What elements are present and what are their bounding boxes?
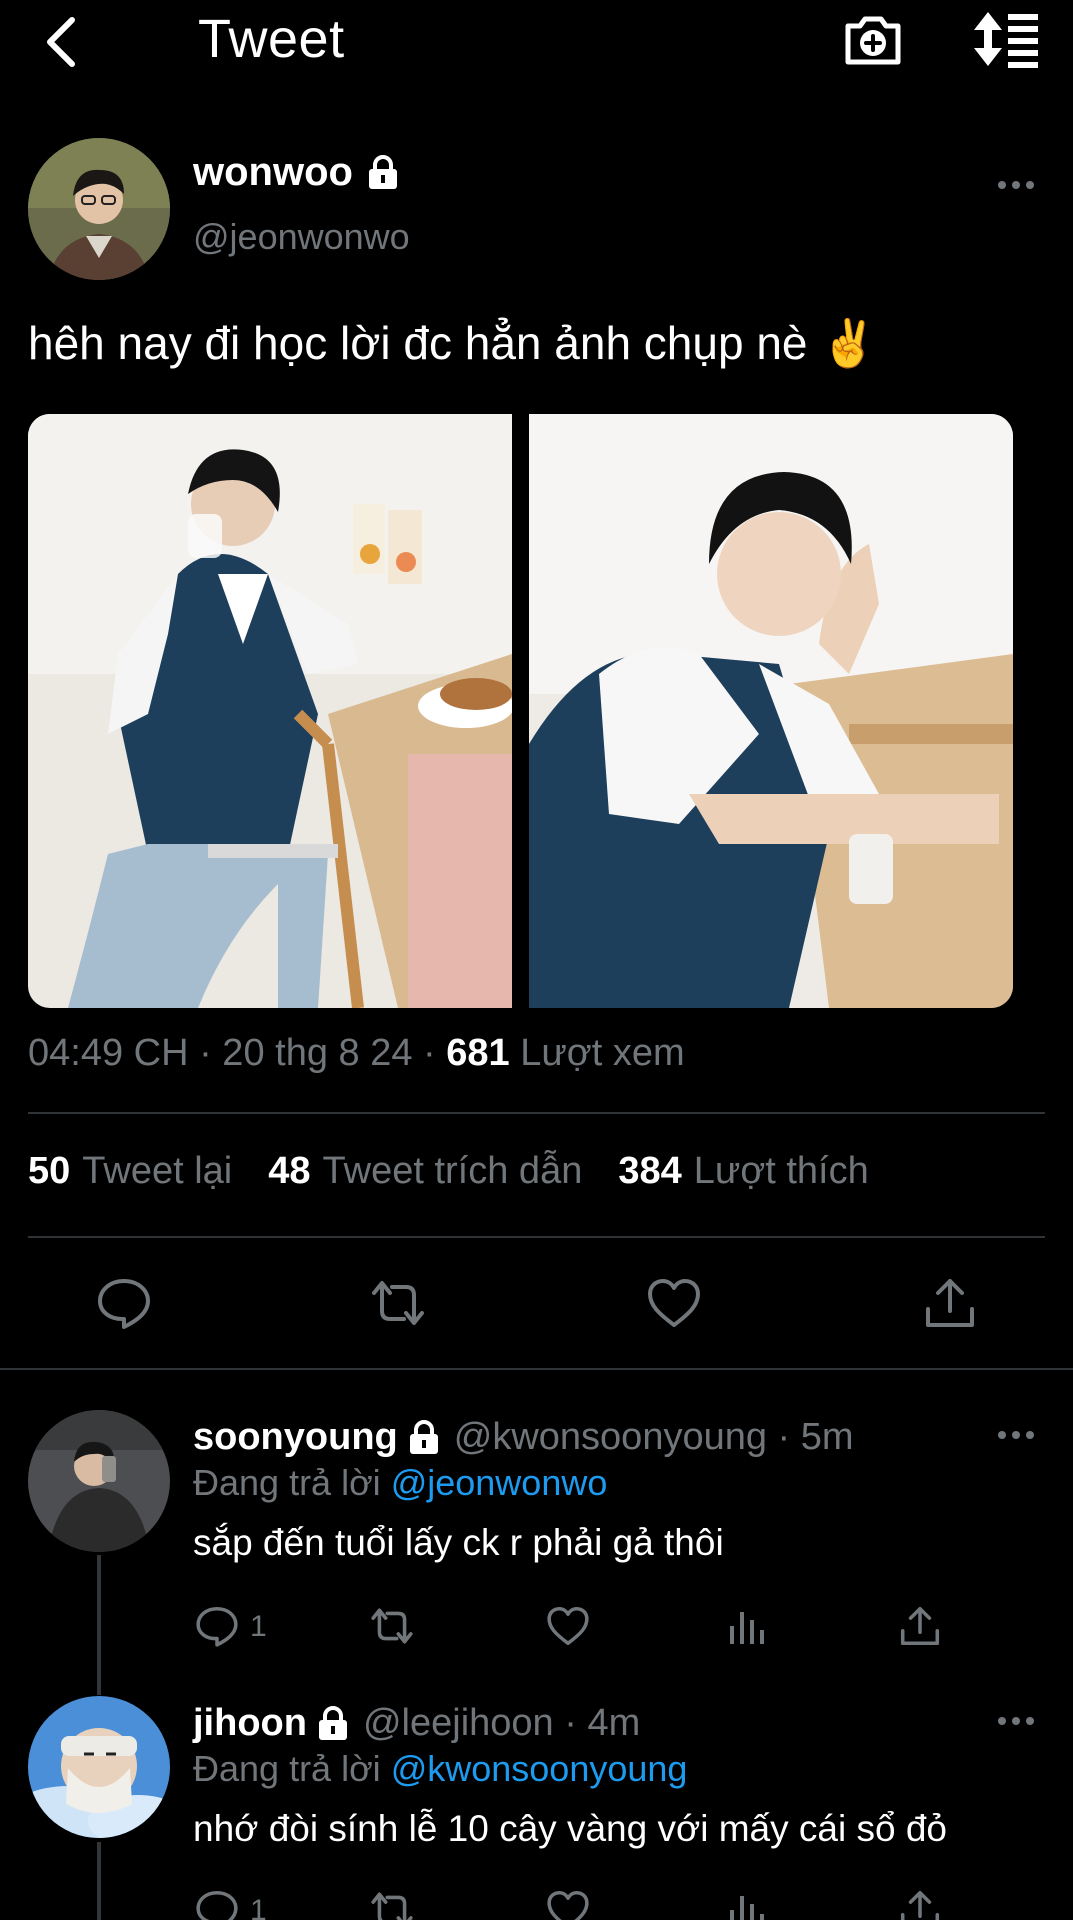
tweet-photo-1[interactable] [28,414,512,1008]
retweet-icon[interactable] [370,1275,426,1331]
tweet-stats: 50 Tweet lại 48 Tweet trích dẫn 384 Lượt th… [28,1150,905,1193]
divider [28,1112,1045,1114]
tweet-text: hêh nay đi học lời đc hẳn ảnh chụp nè ✌️ [28,317,878,369]
reply-text: sắp đến tuổi lấy ck r phải gả thôi [193,1522,724,1563]
tweet-time: 04:49 CH · 20 thg 8 24 · [28,1032,447,1074]
more-icon[interactable] [996,178,1036,192]
avatar[interactable] [28,138,170,280]
heart-icon[interactable] [546,1888,590,1920]
heart-icon[interactable] [546,1604,590,1648]
tweet-photo-2[interactable] [529,414,1013,1008]
reply-icon[interactable] [195,1604,239,1648]
reply-author-handle[interactable]: @kwonsoonyoung · 5m [454,1416,854,1459]
avatar[interactable] [28,1410,170,1552]
chevron-left-icon[interactable] [40,10,80,70]
author-handle[interactable]: @jeonwonwo [193,216,410,258]
reply-count: 1 [250,1894,267,1920]
share-icon[interactable] [922,1275,978,1331]
reply-text: nhớ đòi sính lễ 10 cây vàng với mấy cái … [193,1808,947,1849]
author-name[interactable]: wonwoo [193,150,353,195]
analytics-icon[interactable] [724,1604,768,1648]
page-title: Tweet [198,9,345,69]
heart-icon[interactable] [646,1275,702,1331]
thread-line [97,1555,101,1695]
mention-link[interactable]: @kwonsoonyoung [391,1748,688,1789]
retweet-icon[interactable] [370,1888,414,1920]
share-icon[interactable] [898,1604,942,1648]
reply-author-name[interactable]: soonyoung [193,1416,398,1459]
reply-header: soonyoung @kwonsoonyoung · 5m [193,1416,854,1459]
analytics-icon[interactable] [724,1888,768,1920]
camera-plus-icon[interactable] [842,8,904,70]
lock-icon [317,1705,349,1742]
tweet-metadata: 04:49 CH · 20 thg 8 24 · 681 Lượt xem [28,1032,685,1075]
lock-icon [408,1419,440,1456]
reply-icon[interactable] [96,1275,152,1331]
replying-to: Đang trả lời @jeonwonwo [193,1462,608,1503]
reply-author-name[interactable]: jihoon [193,1702,307,1745]
avatar[interactable] [28,1696,170,1838]
sort-list-icon[interactable] [970,8,1042,70]
view-label: Lượt xem [509,1032,685,1074]
view-count: 681 [446,1032,510,1074]
more-icon[interactable] [996,1714,1036,1728]
top-bar: Tweet [0,0,1073,84]
reply-icon[interactable] [195,1888,239,1920]
reply-author-handle[interactable]: @leejihoon · 4m [363,1702,640,1745]
thread-line [97,1842,101,1920]
reply-count: 1 [250,1610,267,1643]
author-row: wonwoo [193,150,399,195]
lock-icon [367,154,399,191]
quote-stat[interactable]: 48 Tweet trích dẫn [268,1150,582,1193]
section-divider [0,1368,1073,1370]
reply-header: jihoon @leejihoon · 4m [193,1702,640,1745]
like-stat[interactable]: 384 Lượt thích [618,1150,868,1193]
divider [28,1236,1045,1238]
retweet-stat[interactable]: 50 Tweet lại [28,1150,232,1193]
more-icon[interactable] [996,1428,1036,1442]
mention-link[interactable]: @jeonwonwo [391,1462,608,1503]
retweet-icon[interactable] [370,1604,414,1648]
replying-to: Đang trả lời @kwonsoonyoung [193,1748,688,1789]
share-icon[interactable] [898,1888,942,1920]
